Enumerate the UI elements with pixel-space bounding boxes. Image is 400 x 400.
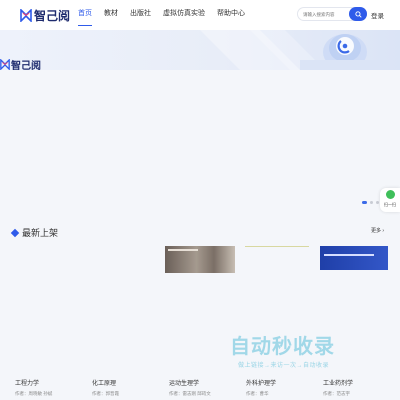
- watermark-main: 自动秒收录: [230, 336, 335, 358]
- nav-item-publishers[interactable]: 出版社: [124, 0, 157, 30]
- banner-logo-mark-icon: [0, 59, 10, 70]
- book-author: 作者：范志宇: [323, 391, 350, 396]
- new-arrivals-header: 最新上架: [10, 226, 59, 239]
- search-icon: [354, 10, 362, 18]
- book-card[interactable]: 工业药剂学 作者：范志宇: [308, 378, 385, 397]
- book-card[interactable]: 化工原理 作者：郭晋霞: [77, 378, 154, 397]
- banner-logo: 智己阅: [0, 57, 41, 70]
- book-author: 作者：雷志刚 邱筠文: [169, 391, 211, 396]
- book-title: 工业药剂学: [323, 381, 354, 387]
- page: 智己阅 首页 教材 出版社 虚拟仿真实验 帮助中心 登录: [0, 0, 400, 400]
- carousel-dot[interactable]: [370, 201, 373, 204]
- watermark-sub: 做上链接→来访一次→自动收录: [238, 363, 330, 369]
- more-link[interactable]: 更多 ›: [371, 227, 384, 234]
- logo-mark-icon: [20, 9, 32, 22]
- section-title: 最新上架: [22, 228, 59, 238]
- book-author: 作者：曹华: [246, 391, 269, 396]
- carousel-indicators: [362, 201, 379, 204]
- book-title: 运动生理学: [169, 381, 200, 387]
- nav-item-home[interactable]: 首页: [72, 0, 98, 30]
- scan-widget-label: 扫一扫: [384, 202, 396, 207]
- nav-menu: 首页 教材 出版社 虚拟仿真实验 帮助中心: [72, 0, 251, 30]
- book-title: 化工原理: [92, 381, 117, 387]
- book-card[interactable]: 外科护理学 作者：曹华: [231, 378, 308, 397]
- book-cover[interactable]: [165, 246, 235, 273]
- hero-banner[interactable]: 智己阅: [0, 30, 400, 70]
- carousel-dot[interactable]: [362, 201, 367, 204]
- leaf-icon: [385, 190, 395, 199]
- scan-widget[interactable]: 扫一扫: [380, 188, 400, 212]
- book-cover[interactable]: [320, 246, 388, 270]
- book-cover[interactable]: [245, 246, 309, 247]
- watermark: 自动秒收录 做上链接→来访一次→自动收录: [230, 330, 390, 372]
- book-author: 作者：郭晋霞: [92, 391, 119, 396]
- book-author: 作者：周晓敏 孙斌: [15, 391, 53, 396]
- site-logo[interactable]: 智己阅: [20, 7, 70, 24]
- carousel-dot[interactable]: [376, 201, 379, 204]
- top-nav: 智己阅 首页 教材 出版社 虚拟仿真实验 帮助中心 登录: [0, 0, 400, 30]
- book-card[interactable]: 工程力学 作者：周晓敏 孙斌: [0, 378, 77, 397]
- logo-text: 智己阅: [34, 9, 71, 23]
- book-card[interactable]: 运动生理学 作者：雷志刚 邱筠文: [154, 378, 231, 397]
- search-box: [297, 7, 367, 21]
- banner-logo-text: 智己阅: [11, 61, 41, 70]
- diamond-icon: [10, 228, 20, 237]
- search-button[interactable]: [349, 7, 367, 21]
- search-input[interactable]: [298, 11, 348, 17]
- banner-illustration: [200, 30, 390, 70]
- nav-item-textbooks[interactable]: 教材: [98, 0, 124, 30]
- book-title: 外科护理学: [246, 381, 277, 387]
- nav-item-virtual-lab[interactable]: 虚拟仿真实验: [157, 0, 211, 30]
- book-list: 工程力学 作者：周晓敏 孙斌 化工原理 作者：郭晋霞 运动生理学 作者：雷志刚 …: [0, 378, 400, 397]
- login-link[interactable]: 登录: [371, 10, 384, 20]
- book-title: 工程力学: [15, 381, 40, 387]
- nav-item-help-center[interactable]: 帮助中心: [211, 0, 251, 30]
